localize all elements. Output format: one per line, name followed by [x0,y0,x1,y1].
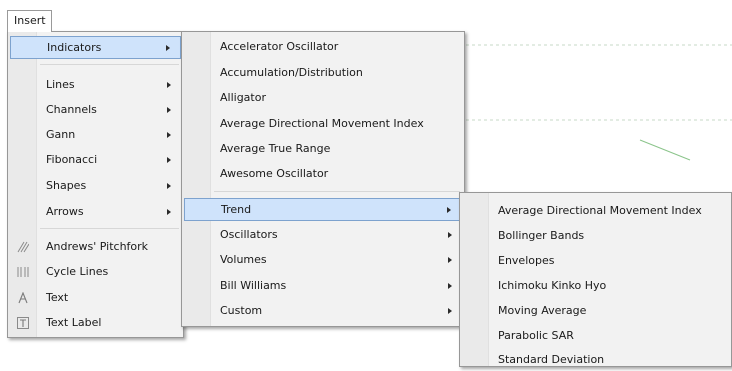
menu-item-trend-average-directional-movement-index[interactable]: Average Directional Movement Index [462,199,729,222]
submenu-arrow-icon [166,44,170,51]
menu-item-label: Accumulation/Distribution [220,66,363,79]
menu-item-parabolic-sar[interactable]: Parabolic SAR [462,324,729,347]
menu-item-bollinger-bands[interactable]: Bollinger Bands [462,224,729,247]
indicators-submenu: Accelerator Oscillator Accumulation/Dist… [181,31,465,327]
menu-item-fibonacci[interactable]: Fibonacci [10,148,181,171]
menu-item-accelerator-oscillator[interactable]: Accelerator Oscillator [184,35,462,58]
menu-item-average-true-range[interactable]: Average True Range [184,137,462,160]
menu-separator [40,64,179,65]
menu-item-shapes[interactable]: Shapes [10,174,181,197]
menu-item-label: Moving Average [498,304,587,317]
menu-item-label: Lines [46,78,75,91]
menu-item-moving-average[interactable]: Moving Average [462,299,729,322]
menu-item-bill-williams[interactable]: Bill Williams [184,274,462,297]
menu-item-arrows[interactable]: Arrows [10,200,181,223]
menu-item-alligator[interactable]: Alligator [184,86,462,109]
menu-item-label: Andrews' Pitchfork [46,240,149,253]
menu-item-label: Standard Deviation [498,353,605,366]
menu-item-label: Trend [221,203,252,216]
menu-item-awesome-oscillator[interactable]: Awesome Oscillator [184,162,462,185]
menu-item-label: Parabolic SAR [498,329,574,342]
submenu-arrow-icon [447,206,451,213]
submenu-arrow-icon [167,106,171,113]
menu-item-label: Fibonacci [46,153,98,166]
menu-item-label: Oscillators [220,228,278,241]
menu-item-label: Channels [46,103,97,116]
menu-item-label: Text Label [46,316,102,329]
pitchfork-icon [16,240,30,254]
menu-item-label: Alligator [220,91,266,104]
menu-item-ichimoku-kinko-hyo[interactable]: Ichimoku Kinko Hyo [462,274,729,297]
submenu-arrow-icon [167,182,171,189]
menu-separator [40,228,179,229]
menu-item-volumes[interactable]: Volumes [184,248,462,271]
menu-item-label: Awesome Oscillator [220,167,329,180]
menu-item-label: Bollinger Bands [498,229,585,242]
submenu-arrow-icon [448,307,452,314]
submenu-arrow-icon [448,231,452,238]
menu-item-cycle-lines[interactable]: Cycle Lines [10,260,181,283]
menu-item-lines[interactable]: Lines [10,73,181,96]
menu-item-oscillators[interactable]: Oscillators [184,223,462,246]
cycle-lines-icon [16,265,30,279]
menu-item-andrews-pitchfork[interactable]: Andrews' Pitchfork [10,235,181,258]
menu-item-channels[interactable]: Channels [10,98,181,121]
submenu-arrow-icon [167,131,171,138]
menu-item-label: Custom [220,304,263,317]
insert-menu-label: Insert [14,14,46,27]
insert-menu-tab[interactable]: Insert [7,10,52,32]
menu-item-label: Bill Williams [220,279,287,292]
submenu-arrow-icon [448,282,452,289]
menu-item-label: Average True Range [220,142,331,155]
menu-item-standard-deviation[interactable]: Standard Deviation [462,348,729,371]
menu-item-gann[interactable]: Gann [10,123,181,146]
submenu-arrow-icon [167,156,171,163]
menu-item-label: Text [46,291,69,304]
insert-menu: Indicators Lines Channels Gann Fibonacci… [7,31,184,338]
menu-item-label: Volumes [220,253,267,266]
menu-item-accumulation-distribution[interactable]: Accumulation/Distribution [184,61,462,84]
menu-item-text-label[interactable]: Text Label [10,311,181,334]
menu-item-label: Indicators [47,41,102,54]
submenu-arrow-icon [167,81,171,88]
menu-item-envelopes[interactable]: Envelopes [462,249,729,272]
submenu-arrow-icon [448,256,452,263]
menu-item-indicators[interactable]: Indicators [10,36,181,59]
menu-item-custom[interactable]: Custom [184,299,462,322]
menu-item-label: Average Directional Movement Index [498,204,702,217]
submenu-arrow-icon [167,208,171,215]
trend-submenu: Average Directional Movement Index Bolli… [459,192,732,367]
menu-item-label: Shapes [46,179,87,192]
text-label-icon [16,316,30,330]
menu-item-label: Envelopes [498,254,555,267]
menu-item-label: Accelerator Oscillator [220,40,339,53]
menu-item-label: Cycle Lines [46,265,109,278]
menu-item-label: Average Directional Movement Index [220,117,424,130]
menu-separator [214,191,460,192]
menu-item-average-directional-movement-index[interactable]: Average Directional Movement Index [184,112,462,135]
menu-item-label: Arrows [46,205,84,218]
menu-item-text[interactable]: Text [10,286,181,309]
menu-item-label: Gann [46,128,76,141]
menu-item-label: Ichimoku Kinko Hyo [498,279,607,292]
menu-item-trend[interactable]: Trend [184,198,462,221]
text-icon [16,291,30,305]
